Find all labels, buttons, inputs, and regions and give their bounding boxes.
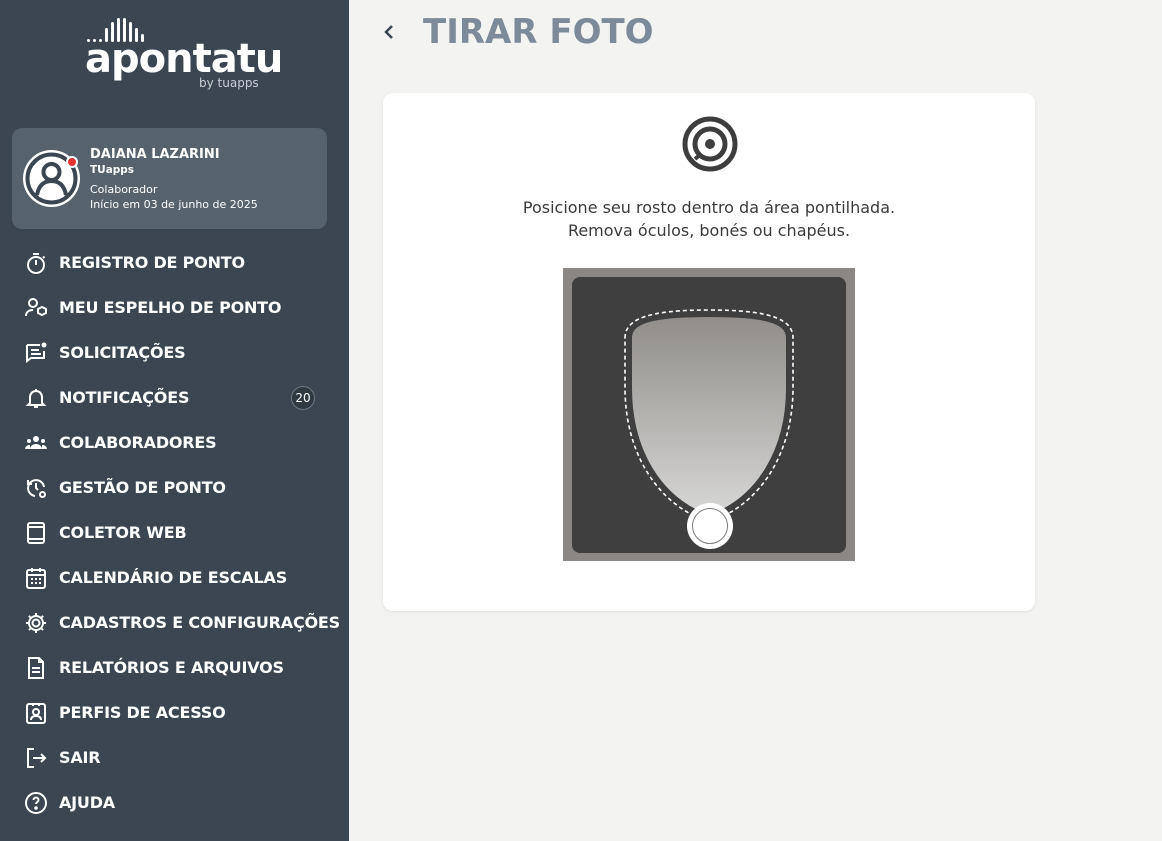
sidebar-item-label: PERFIS DE ACESSO: [59, 703, 226, 722]
help-icon: [24, 791, 48, 815]
sidebar-item-label: SOLICITAÇÕES: [59, 343, 186, 362]
user-role: Colaborador: [90, 183, 158, 196]
sidebar-item-label: REGISTRO DE PONTO: [59, 253, 245, 272]
team-icon: [24, 431, 48, 455]
page-title: TIRAR FOTO: [423, 12, 654, 52]
brand-logo[interactable]: apontatu by tuapps: [85, 14, 283, 94]
bell-icon: [24, 386, 48, 410]
stopwatch-icon: [24, 251, 48, 275]
sidebar-item-label: SAIR: [59, 748, 101, 767]
notification-count-badge: 20: [291, 385, 315, 410]
instruction-line-2: Remova óculos, bonés ou chapéus.: [567, 221, 851, 240]
sidebar-item-gestao-de-ponto[interactable]: GESTÃO DE PONTO: [0, 465, 349, 510]
sidebar-item-label: GESTÃO DE PONTO: [59, 478, 226, 497]
camera-preview: [563, 268, 855, 561]
chat-request-icon: [24, 341, 48, 365]
capture-button[interactable]: [687, 503, 733, 549]
user-start-date: Início em 03 de junho de 2025: [90, 198, 258, 211]
sidebar-item-relatorios-e-arquivos[interactable]: RELATÓRIOS E ARQUIVOS: [0, 645, 349, 690]
status-dot: [66, 156, 78, 168]
user-company: TUapps: [90, 164, 135, 176]
sidebar-item-cadastros-e-configuracoes[interactable]: CADASTROS E CONFIGURAÇÕES: [0, 600, 349, 645]
clock-gear-icon: [24, 476, 48, 500]
logout-icon: [24, 746, 48, 770]
sidebar-item-coletor-web[interactable]: COLETOR WEB: [0, 510, 349, 555]
sidebar-item-meu-espelho-de-ponto[interactable]: MEU ESPELHO DE PONTO: [0, 285, 349, 330]
sidebar-item-perfis-de-acesso[interactable]: PERFIS DE ACESSO: [0, 690, 349, 735]
sidebar-item-notificacoes[interactable]: NOTIFICAÇÕES 20: [0, 375, 349, 420]
document-icon: [24, 656, 48, 680]
sidebar-item-label: COLABORADORES: [59, 433, 217, 452]
sidebar-item-label: CALENDÁRIO DE ESCALAS: [59, 568, 288, 587]
sidebar-item-ajuda[interactable]: AJUDA: [0, 780, 349, 825]
camera-lens-icon: [681, 115, 739, 173]
sidebar-item-label: COLETOR WEB: [59, 523, 187, 542]
badge-user-icon: [24, 701, 48, 725]
back-button[interactable]: [378, 18, 400, 46]
sidebar-item-label: MEU ESPELHO DE PONTO: [59, 298, 282, 317]
sidebar-item-label: CADASTROS E CONFIGURAÇÕES: [59, 613, 340, 632]
sidebar-item-colaboradores[interactable]: COLABORADORES: [0, 420, 349, 465]
gear-icon: [24, 611, 48, 635]
sidebar-item-calendario-de-escalas[interactable]: CALENDÁRIO DE ESCALAS: [0, 555, 349, 600]
calendar-icon: [24, 566, 48, 590]
sidebar-item-label: RELATÓRIOS E ARQUIVOS: [59, 658, 284, 677]
sidebar-item-label: NOTIFICAÇÕES: [59, 388, 190, 407]
user-name: DAIANA LAZARINI: [90, 147, 220, 162]
sidebar-item-sair[interactable]: SAIR: [0, 735, 349, 780]
user-clipboard-icon: [24, 296, 48, 320]
sidebar-item-registro-de-ponto[interactable]: REGISTRO DE PONTO: [0, 240, 349, 285]
sidebar-item-label: AJUDA: [59, 793, 115, 812]
brand-byline: by tuapps: [199, 76, 259, 90]
sidebar-item-solicitacoes[interactable]: SOLICITAÇÕES: [0, 330, 349, 375]
sidebar: apontatu by tuapps DAIANA LAZARINI TUapp…: [0, 0, 349, 841]
user-card[interactable]: DAIANA LAZARINI TUapps Colaborador Iníci…: [12, 128, 327, 229]
photo-card: Posicione seu rosto dentro da área ponti…: [383, 93, 1035, 611]
instruction-line-1: Posicione seu rosto dentro da área ponti…: [522, 198, 896, 217]
tablet-icon: [24, 521, 48, 545]
chevron-left-icon: [384, 25, 393, 39]
